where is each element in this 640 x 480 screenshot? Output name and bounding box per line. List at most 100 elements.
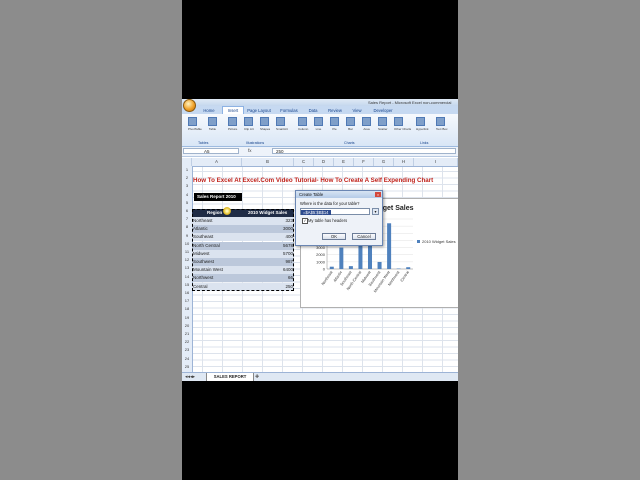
table-cell-region[interactable]: Southeast (192, 233, 242, 242)
chart-bar (387, 223, 392, 269)
pivottable-button[interactable]: PivotTable (188, 117, 202, 135)
tab-formulas[interactable]: Formulas (276, 107, 302, 114)
column-header[interactable]: C (294, 158, 314, 166)
left-pillarbox (0, 0, 182, 480)
sales-report-label[interactable]: Sales Report 2010 (194, 193, 242, 201)
row-header[interactable]: 16 (182, 289, 192, 297)
shapes-button[interactable]: Shapes (260, 117, 270, 135)
row-header[interactable]: 2 (182, 174, 192, 182)
mouse-cursor-highlight (223, 207, 231, 215)
table-cell-sales[interactable]: 987 (242, 258, 294, 266)
row-header[interactable]: 17 (182, 297, 192, 305)
column-header[interactable]: G (374, 158, 394, 166)
headers-checkbox-label: My table has headers (308, 218, 348, 223)
range-input[interactable]: =$A$5:$B$14 (300, 208, 370, 215)
table-cell-sales[interactable]: 5700 (242, 249, 294, 258)
table-cell-sales[interactable]: 400 (242, 233, 294, 242)
row-header[interactable]: 1 (182, 166, 192, 174)
scatter-chart-button[interactable]: Scatter (378, 117, 388, 135)
bar-chart-button[interactable]: Bar (346, 117, 355, 135)
column-header[interactable]: E (334, 158, 354, 166)
cancel-button[interactable]: Cancel (352, 233, 376, 240)
row-header[interactable]: 9 (182, 232, 192, 240)
smartart-button[interactable]: SmartArt (276, 117, 288, 135)
row-header[interactable]: 4 (182, 191, 192, 199)
table-cell-region[interactable]: Mountain West (192, 266, 242, 275)
row-header[interactable]: 19 (182, 314, 192, 322)
headline-cell[interactable]: How To Excel At Excel.Com Video Tutorial… (193, 177, 458, 185)
column-chart-button[interactable]: Column (298, 117, 308, 135)
table-cell-region[interactable]: Central (192, 282, 242, 291)
formula-input[interactable]: 250 (272, 148, 456, 154)
table-cell-sales[interactable]: 3000 (242, 225, 294, 234)
other-charts-button[interactable]: Other Charts (394, 117, 411, 135)
table-cell-region[interactable]: Atlantic (192, 225, 242, 234)
row-header[interactable]: 12 (182, 256, 192, 264)
row-header[interactable]: 5 (182, 199, 192, 207)
range-value: =$A$5:$B$14 (301, 210, 331, 215)
tab-home[interactable]: Home (198, 107, 220, 114)
tab-data[interactable]: Data (304, 107, 322, 114)
row-header[interactable]: 21 (182, 330, 192, 338)
table-cell-region[interactable]: Northwest (192, 274, 242, 283)
table-header-region[interactable]: Region (192, 209, 242, 217)
tab-developer[interactable]: Developer (368, 107, 398, 114)
row-header[interactable]: 6 (182, 207, 192, 215)
row-header[interactable]: 11 (182, 248, 192, 256)
table-cell-sales[interactable]: 250 (242, 282, 294, 291)
table-cell-region[interactable]: Southwest (192, 258, 242, 266)
tab-page-layout[interactable]: Page Layout (244, 107, 274, 114)
legend-swatch (417, 240, 420, 243)
table-cell-sales[interactable]: 66 (242, 274, 294, 283)
row-header[interactable]: 18 (182, 305, 192, 313)
table-button[interactable]: Table (208, 117, 217, 135)
row-header[interactable]: 8 (182, 223, 192, 231)
row-header[interactable]: 14 (182, 273, 192, 281)
table-cell-sales[interactable]: 5678 (242, 241, 294, 250)
picture-button[interactable]: Picture (228, 117, 237, 135)
row-header[interactable]: 23 (182, 346, 192, 354)
name-box[interactable]: A5 (183, 148, 239, 154)
table-icon (208, 117, 217, 126)
x-tick-label: Northeast (321, 270, 334, 287)
column-header[interactable]: B (242, 158, 294, 166)
row-header[interactable]: 7 (182, 215, 192, 223)
tab-view[interactable]: View (348, 107, 366, 114)
row-header[interactable]: 3 (182, 182, 192, 190)
ok-button[interactable]: OK (322, 233, 346, 240)
chart-bar (377, 261, 382, 269)
column-header[interactable]: I (414, 158, 458, 166)
row-header[interactable]: 22 (182, 338, 192, 346)
sheet-nav-arrows-icon[interactable]: ◂◂◂▸ (185, 374, 195, 380)
area-chart-button[interactable]: Area (362, 117, 371, 135)
ribbon-tabs: Home Insert Page Layout Formulas Data Re… (182, 106, 458, 115)
table-header-sales[interactable]: 2010 Widget Sales (242, 209, 294, 217)
sheet-tab-sales-report[interactable]: SALES REPORT (206, 373, 254, 381)
collapse-dialog-icon[interactable]: ▾ (372, 208, 379, 215)
row-header[interactable]: 13 (182, 264, 192, 272)
text-box-button[interactable]: Text Box (436, 117, 448, 135)
column-header[interactable]: H (394, 158, 414, 166)
row-header[interactable]: 20 (182, 322, 192, 330)
row-header[interactable]: 24 (182, 355, 192, 363)
insert-sheet-icon[interactable]: ✚ (255, 374, 259, 380)
row-header[interactable]: 15 (182, 281, 192, 289)
row-header[interactable]: 10 (182, 240, 192, 248)
table-cell-region[interactable]: Midwest (192, 249, 242, 258)
column-header[interactable]: F (354, 158, 374, 166)
select-all-corner[interactable] (182, 158, 192, 166)
table-cell-region[interactable]: Northeast (192, 217, 242, 225)
hyperlink-button[interactable]: Hyperlink (416, 117, 429, 135)
row-header[interactable]: 25 (182, 363, 192, 371)
pie-chart-button[interactable]: Pie (330, 117, 339, 135)
column-header[interactable]: D (314, 158, 334, 166)
table-cell-region[interactable]: North Central (192, 241, 242, 250)
tab-review[interactable]: Review (324, 107, 346, 114)
line-chart-button[interactable]: Line (314, 117, 323, 135)
table-cell-sales[interactable]: 6400 (242, 266, 294, 275)
table-cell-sales[interactable]: 323 (242, 217, 294, 225)
column-header[interactable]: A (192, 158, 242, 166)
close-icon[interactable]: × (375, 192, 381, 197)
clip-art-button[interactable]: Clip Art (244, 117, 254, 135)
office-button-icon[interactable] (183, 99, 196, 112)
